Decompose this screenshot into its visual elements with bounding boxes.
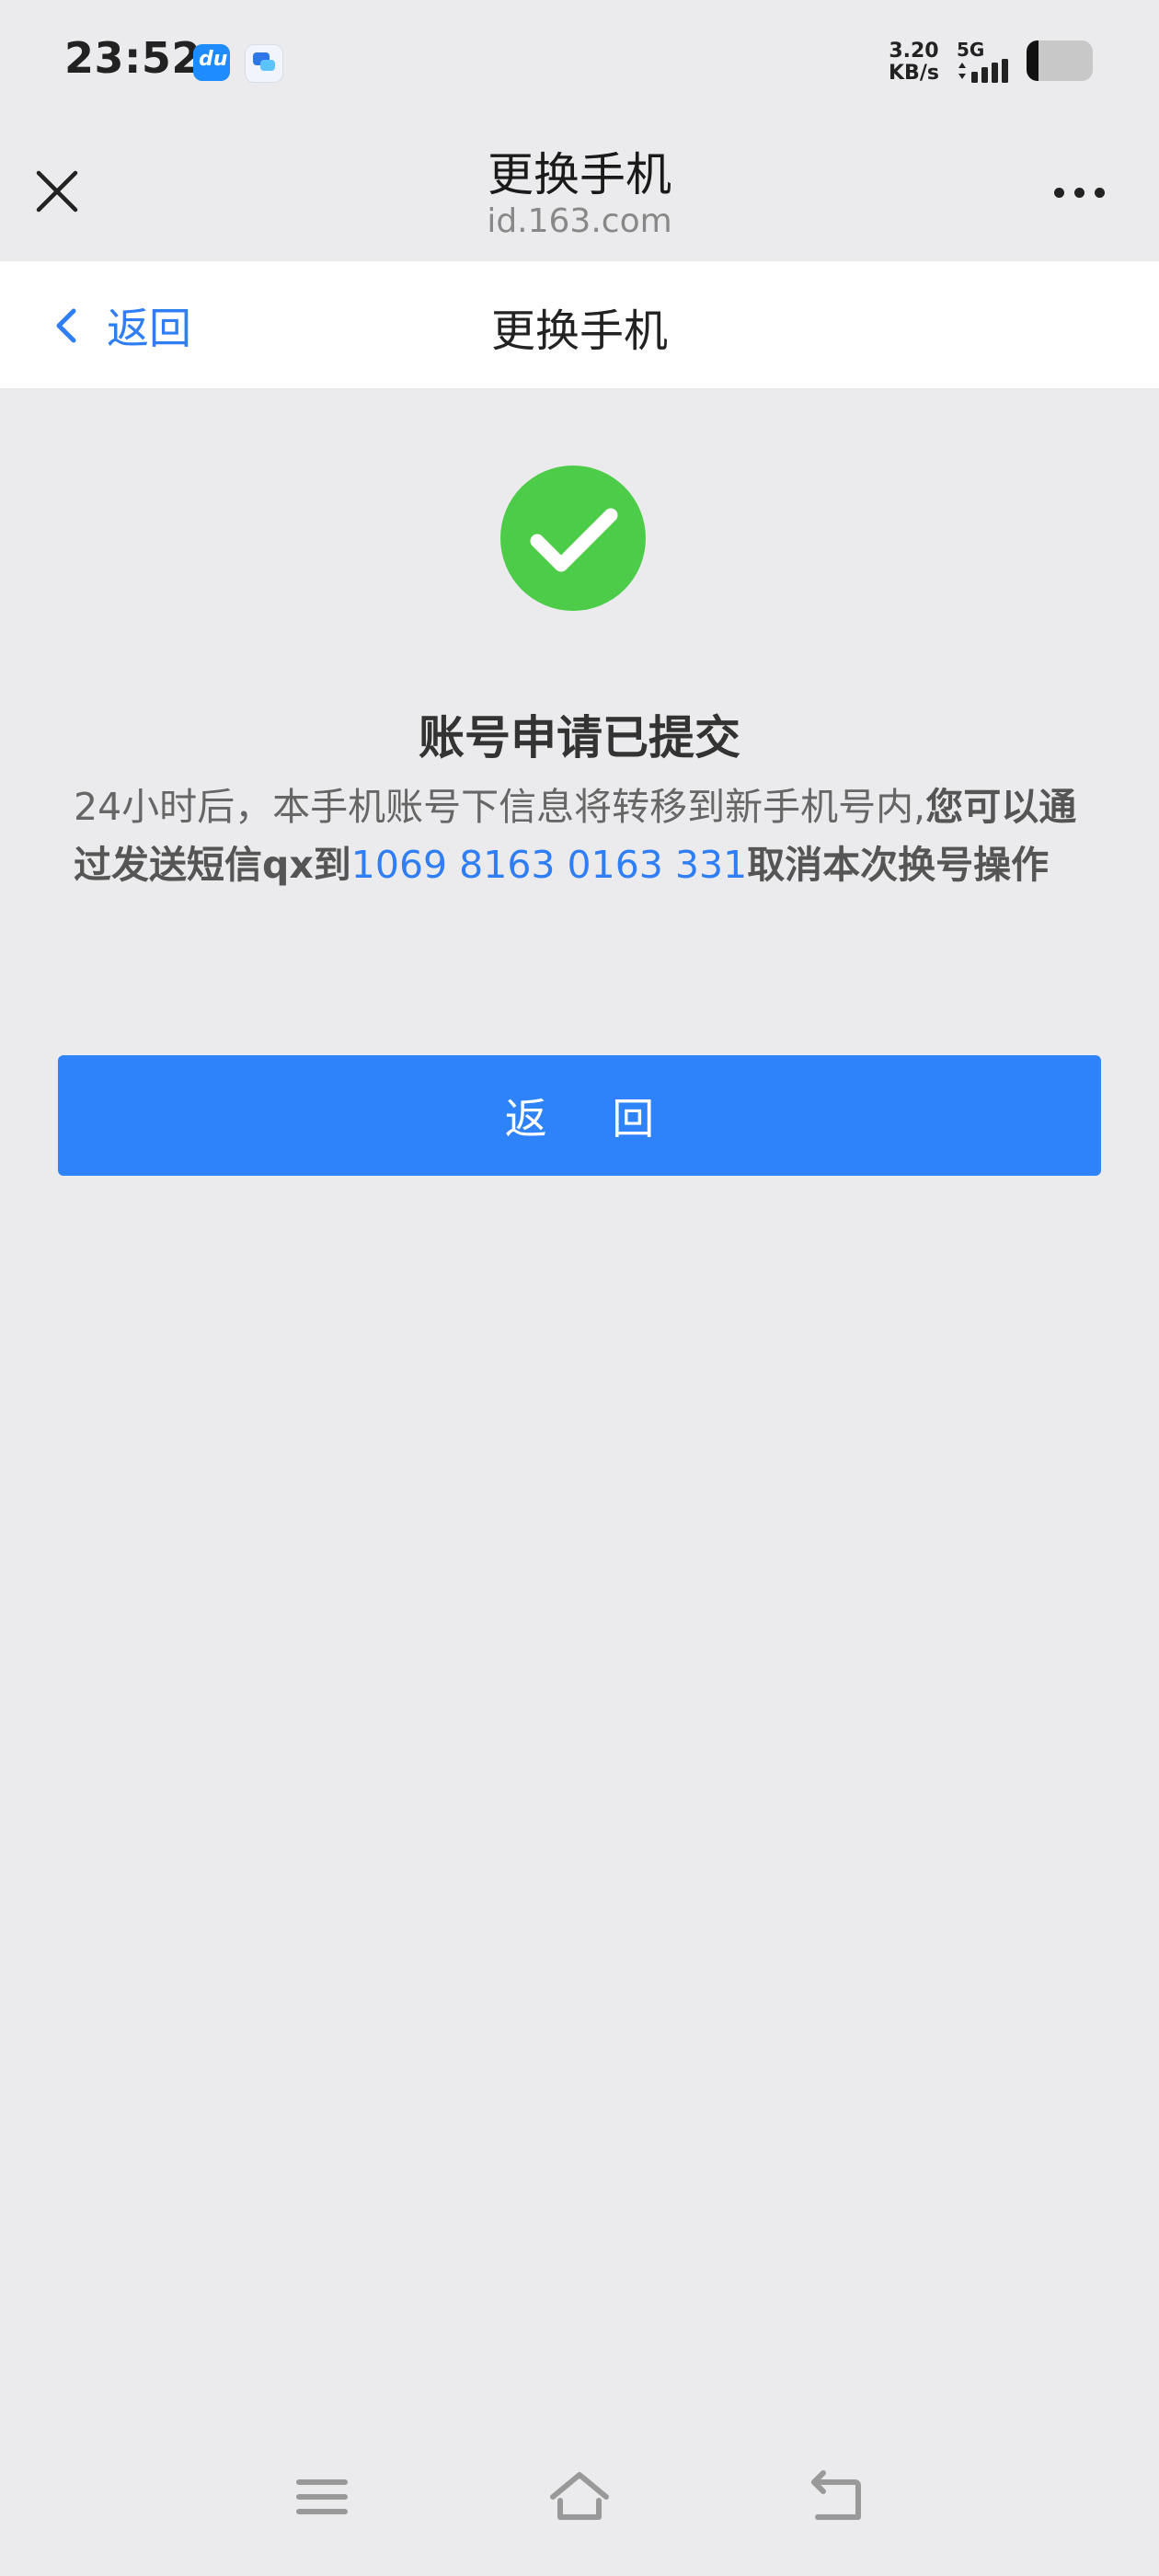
du-app-icon: du: [193, 44, 230, 81]
sms-number: 1069 8163 0163 331: [350, 843, 748, 887]
network-speed-value: 3.20: [889, 40, 939, 63]
network-speed-unit: KB/s: [889, 62, 939, 85]
menu-nav-button[interactable]: [290, 2466, 354, 2530]
success-icon: [500, 466, 646, 611]
message-app-icon: [245, 44, 283, 83]
window-subtitle-domain: id.163.com: [487, 202, 672, 240]
home-nav-button[interactable]: [547, 2466, 612, 2530]
more-options-button[interactable]: [1039, 177, 1113, 210]
return-button[interactable]: 返 回: [58, 1055, 1101, 1176]
system-navigation-bar: [0, 2466, 1159, 2548]
page-header: 返回 更换手机: [0, 261, 1159, 388]
signal-strength-icon: [958, 59, 1008, 83]
result-message-part3: 取消本次换号操作: [747, 843, 1050, 887]
browser-title-bar: 更换手机 id.163.com: [0, 125, 1159, 261]
back-nav-button[interactable]: [805, 2466, 869, 2530]
back-arrow-icon: [811, 2470, 861, 2520]
window-title: 更换手机: [488, 148, 671, 201]
status-bar: 23:52 du 3.20 KB/s 5G: [0, 0, 1159, 125]
battery-level-fill: [1027, 40, 1039, 81]
battery-icon: [1027, 40, 1093, 81]
network-type: 5G: [957, 39, 985, 61]
menu-icon: [296, 2479, 348, 2514]
status-time: 23:52: [64, 33, 201, 83]
result-title: 账号申请已提交: [419, 711, 740, 765]
network-speed: 3.20 KB/s: [889, 40, 939, 85]
page-title: 更换手机: [490, 305, 668, 357]
result-message: 24小时后，本手机账号下信息将转移到新手机号内,您可以通过发送短信qx到1069…: [74, 778, 1085, 894]
check-icon: [530, 508, 618, 572]
home-icon: [550, 2472, 609, 2520]
result-message-part1: 24小时后，本手机账号下信息将转移到新手机号内,: [74, 785, 926, 829]
du-app-icon-text: du: [199, 48, 228, 71]
